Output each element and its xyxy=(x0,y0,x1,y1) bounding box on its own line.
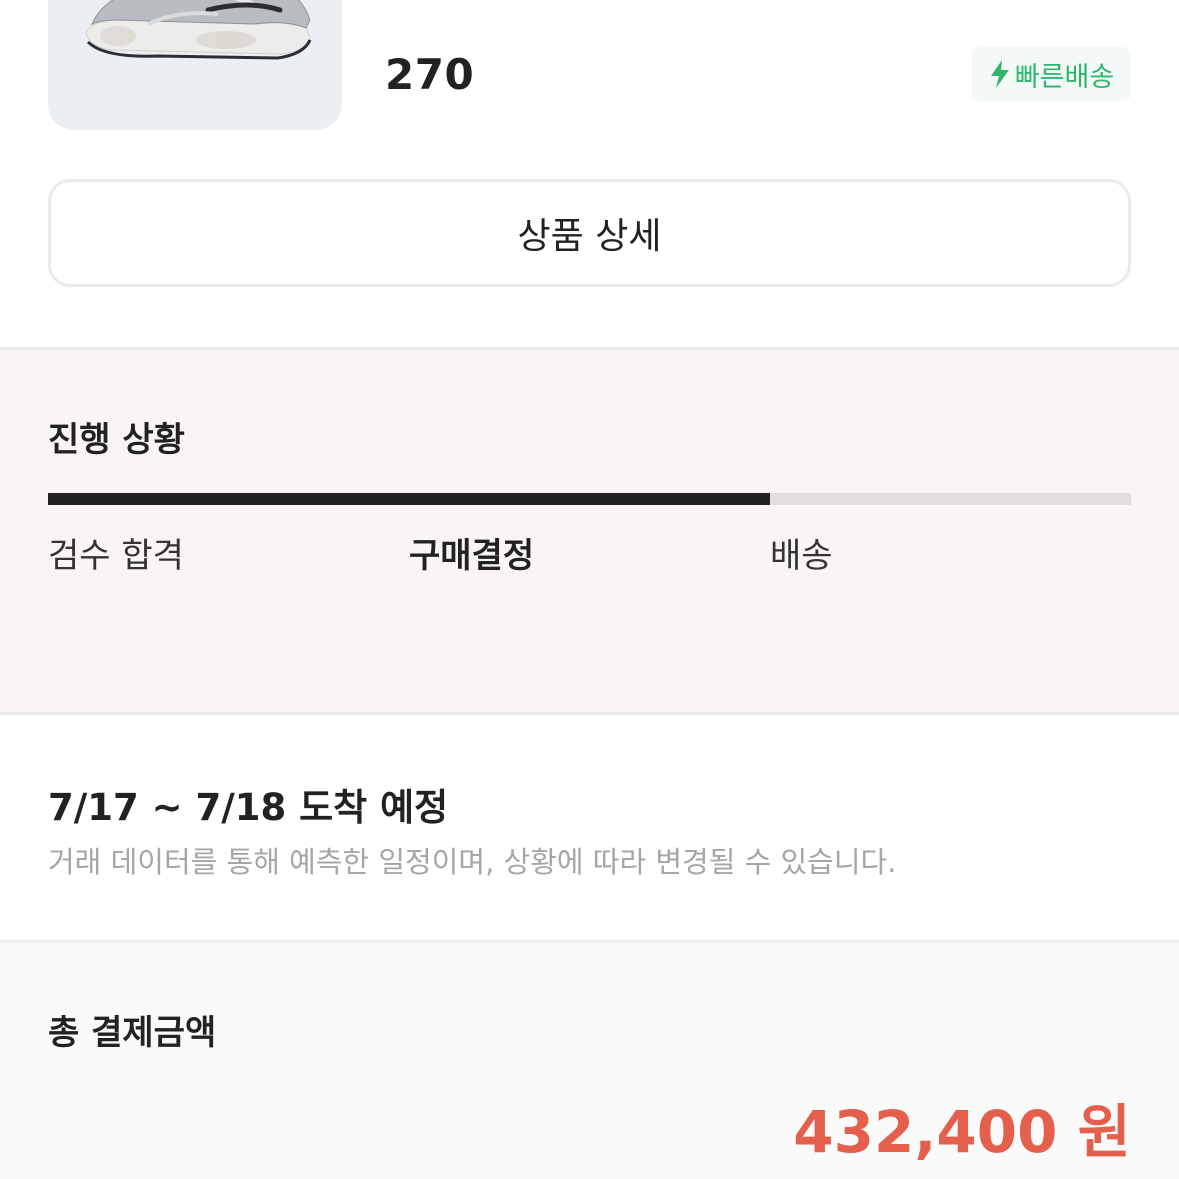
estimated-arrival: 7/17 ~ 7/18 도착 예정 xyxy=(48,786,449,829)
total-payment-title: 총 결제금액 xyxy=(48,1013,217,1053)
sneaker-illustration xyxy=(85,0,312,60)
progress-step-purchase-confirmed: 구매결정 xyxy=(409,536,535,576)
product-size: 270 xyxy=(385,50,475,99)
progress-title: 진행 상황 xyxy=(48,420,185,460)
fast-delivery-label: 빠른배송 xyxy=(1014,61,1115,93)
payment-section: 총 결제금액 432,400 원 xyxy=(0,943,1179,1179)
progress-bar-fill xyxy=(48,493,770,505)
product-section: 270 빠른배송 상품 상세 xyxy=(0,0,1179,347)
progress-step-delivery: 배송 xyxy=(770,536,833,576)
progress-bar xyxy=(48,493,1131,505)
total-payment-amount: 432,400 원 xyxy=(793,1098,1131,1166)
arrival-disclaimer: 거래 데이터를 통해 예측한 일정이며, 상황에 따라 변경될 수 있습니다. xyxy=(48,845,897,879)
progress-section: 진행 상황 검수 합격 구매결정 배송 xyxy=(0,350,1179,712)
arrival-section: 7/17 ~ 7/18 도착 예정 거래 데이터를 통해 예측한 일정이며, 상… xyxy=(0,715,1179,940)
progress-step-inspection-passed: 검수 합격 xyxy=(48,536,184,576)
product-image[interactable] xyxy=(48,0,342,130)
fast-delivery-badge: 빠른배송 xyxy=(972,47,1131,101)
lightning-bolt-icon xyxy=(989,59,1011,89)
product-detail-button[interactable]: 상품 상세 xyxy=(48,179,1131,287)
